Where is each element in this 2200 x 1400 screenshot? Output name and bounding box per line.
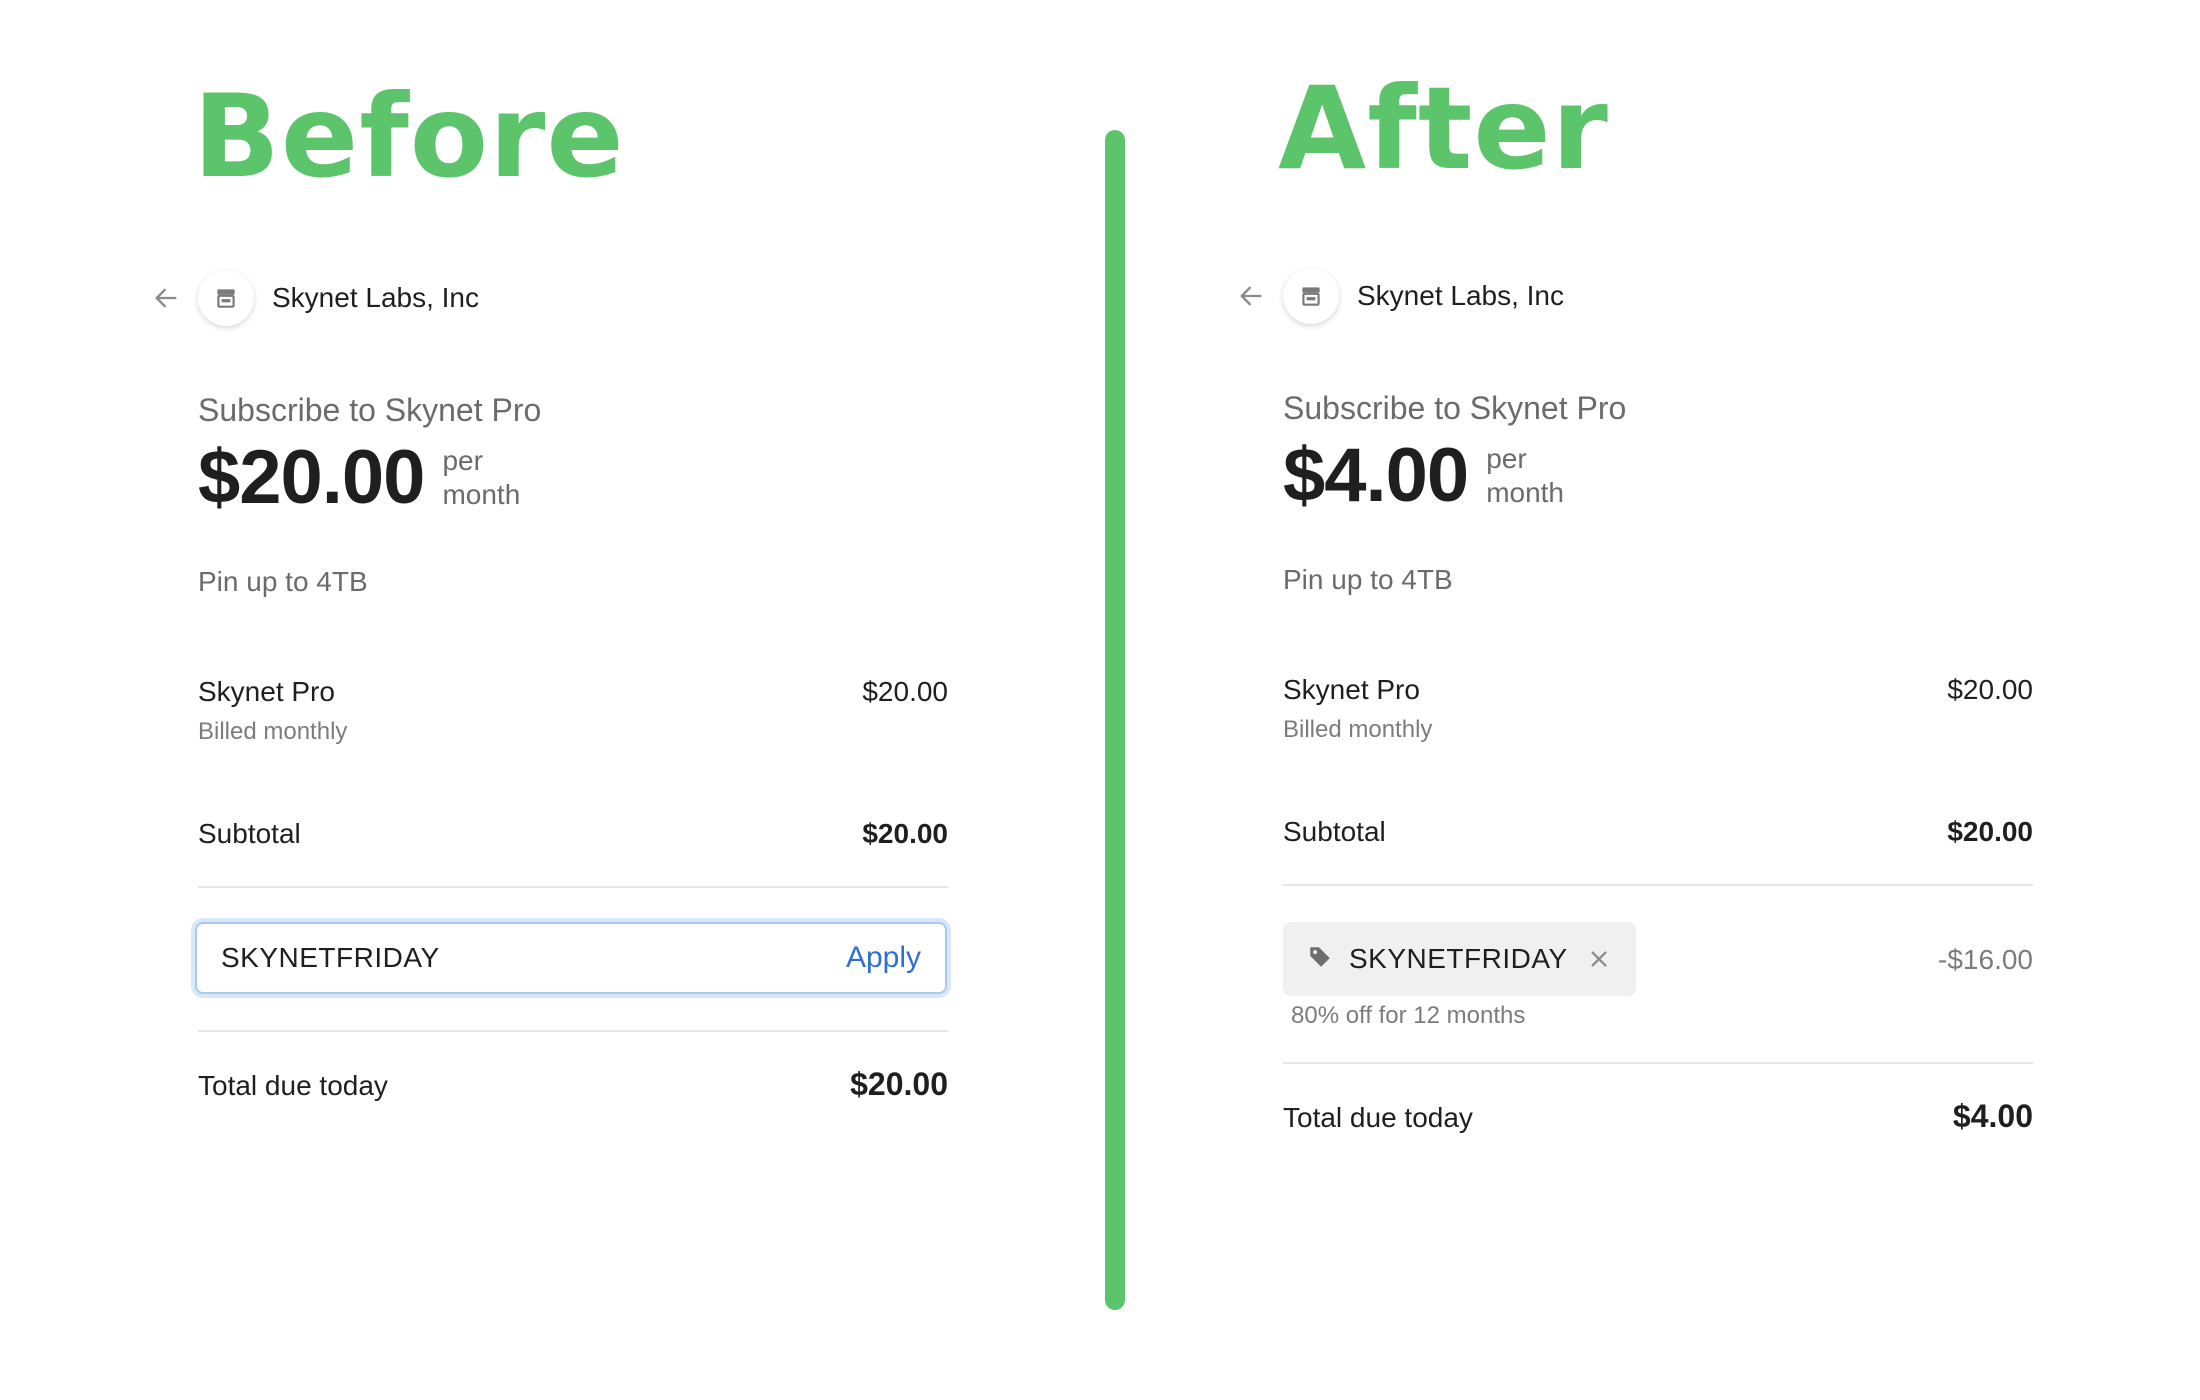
after-panel: After Skynet Labs, Inc Subscribe to Skyn… <box>1085 0 2085 1400</box>
remove-promo-close-icon[interactable] <box>1586 946 1612 972</box>
divider <box>1283 884 2033 886</box>
apply-button[interactable]: Apply <box>846 941 921 975</box>
back-arrow-icon[interactable] <box>150 282 182 314</box>
merchant-header: Skynet Labs, Inc <box>1235 266 1564 326</box>
price-period: per month <box>1486 442 1564 510</box>
price-period-month: month <box>1486 477 1565 508</box>
subtotal-amount: $20.00 <box>1947 816 2033 847</box>
total-row: Total due today $4.00 <box>1283 1098 2033 1135</box>
divider <box>198 886 948 888</box>
store-icon <box>1283 268 1339 324</box>
feature-text: Pin up to 4TB <box>1283 564 1453 595</box>
total-row: Total due today $20.00 <box>198 1066 948 1103</box>
after-heading: After <box>1278 62 1609 195</box>
price-period-per: per <box>442 445 483 476</box>
product-amount: $20.00 <box>862 676 948 707</box>
store-icon <box>198 270 254 326</box>
total-amount: $4.00 <box>1952 1098 2033 1134</box>
promo-code-value[interactable]: SKYNETFRIDAY <box>221 942 440 974</box>
back-arrow-icon[interactable] <box>1235 280 1267 312</box>
product-line-item: Skynet Pro $20.00 <box>1283 674 2033 706</box>
price-row: $20.00 per month <box>198 440 520 516</box>
product-line-item: Skynet Pro $20.00 <box>198 676 948 708</box>
billing-frequency: Billed monthly <box>198 718 348 745</box>
subscribe-label: Subscribe to Skynet Pro <box>1283 390 1627 426</box>
total-label: Total due today <box>198 1070 388 1101</box>
billing-frequency: Billed monthly <box>1283 716 1433 743</box>
price-period: per month <box>442 444 520 512</box>
price-period-per: per <box>1486 443 1527 474</box>
before-heading: Before <box>193 70 625 203</box>
product-amount: $20.00 <box>1947 674 2033 705</box>
product-name: Skynet Pro <box>198 676 335 707</box>
subtotal-row: Subtotal $20.00 <box>198 818 948 850</box>
promo-code-input[interactable]: SKYNETFRIDAY Apply <box>195 922 947 994</box>
divider <box>198 1030 948 1032</box>
tag-icon <box>1307 944 1333 975</box>
divider <box>1283 1062 2033 1064</box>
price-amount: $20.00 <box>198 435 425 520</box>
price-period-month: month <box>442 479 521 510</box>
product-name: Skynet Pro <box>1283 674 1420 705</box>
subscribe-label: Subscribe to Skynet Pro <box>198 392 542 428</box>
before-panel: Before Skynet Labs, Inc Subscribe to Sky… <box>0 0 1000 1400</box>
merchant-header: Skynet Labs, Inc <box>150 268 479 328</box>
subtotal-amount: $20.00 <box>862 818 948 849</box>
price-row: $4.00 per month <box>1283 438 1564 514</box>
merchant-name: Skynet Labs, Inc <box>1357 280 1565 311</box>
subtotal-row: Subtotal $20.00 <box>1283 816 2033 848</box>
applied-promo-chip: SKYNETFRIDAY <box>1283 922 1636 996</box>
subtotal-label: Subtotal <box>1283 816 1386 847</box>
merchant-name: Skynet Labs, Inc <box>272 282 480 313</box>
feature-text: Pin up to 4TB <box>198 566 368 597</box>
promo-code-label: SKYNETFRIDAY <box>1349 943 1568 974</box>
total-amount: $20.00 <box>850 1066 948 1102</box>
price-amount: $4.00 <box>1283 433 1469 518</box>
discount-amount: -$16.00 <box>1938 944 2033 975</box>
total-label: Total due today <box>1283 1102 1473 1133</box>
promo-description: 80% off for 12 months <box>1291 1002 1526 1029</box>
subtotal-label: Subtotal <box>198 818 301 849</box>
